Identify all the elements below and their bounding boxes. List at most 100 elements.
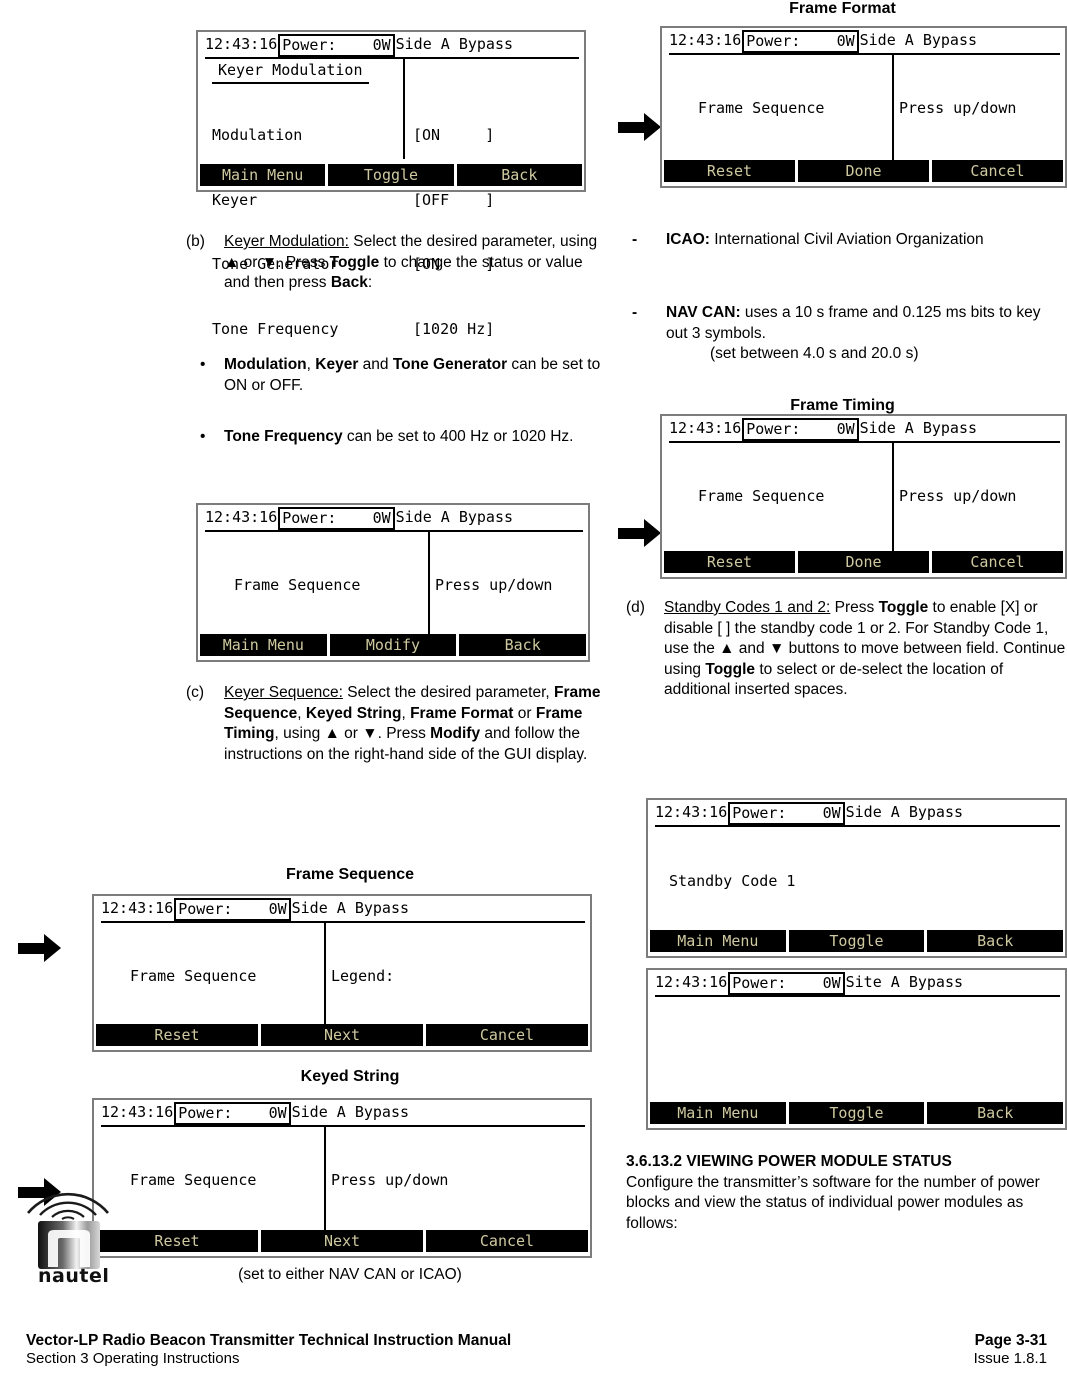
help-line: Press up/down bbox=[331, 1171, 449, 1189]
lcd-panel-keyed-string[interactable]: 12:43:16 Power: 0W Side A Bypass Frame S… bbox=[92, 1098, 592, 1258]
softkey-next[interactable]: Next bbox=[261, 1024, 423, 1046]
lcd-panel-standby-code-2[interactable]: 12:43:16 Power: 0W Site A Bypass Standby… bbox=[646, 968, 1067, 1130]
status-time: 12:43:16 bbox=[669, 419, 742, 437]
lcd-status-bar: 12:43:16 Power: 0W Side A Bypass bbox=[655, 802, 1060, 827]
lcd-panel-frame-timing[interactable]: 12:43:16 Power: 0W Side A Bypass Frame S… bbox=[660, 414, 1067, 579]
dash-icon: - bbox=[632, 304, 638, 321]
dash-item-icao: - ICAO: International Civil Aviation Org… bbox=[628, 230, 1058, 251]
softkey-main-menu[interactable]: Main Menu bbox=[650, 930, 786, 952]
softkey-reset[interactable]: Reset bbox=[664, 160, 795, 182]
softkey-row: Reset Done Cancel bbox=[662, 551, 1065, 575]
panel-divider bbox=[403, 59, 405, 159]
lcd-status-bar: 12:43:16 Power: 0W Side A Bypass bbox=[205, 34, 579, 59]
nautel-logo-mark: nautel bbox=[27, 1192, 109, 1285]
navcan-range-note: (set between 4.0 s and 20.0 s) bbox=[710, 345, 919, 362]
bullet-tone-frequency: • Tone Frequency can be set to 400 Hz or… bbox=[186, 427, 604, 448]
dash-icon: - bbox=[632, 231, 638, 248]
footer-page-number: Page 3-31 bbox=[974, 1332, 1047, 1349]
softkey-next[interactable]: Next bbox=[261, 1230, 423, 1252]
paragraph-d-label: (d) bbox=[626, 599, 645, 616]
softkey-row: Main Menu Toggle Back bbox=[648, 1102, 1065, 1126]
paragraph-c-label: (c) bbox=[186, 684, 205, 701]
seq-title: Frame Sequence bbox=[698, 487, 825, 505]
row-value[interactable]: [OFF ] bbox=[413, 190, 494, 212]
softkey-modify[interactable]: Modify bbox=[329, 634, 457, 656]
softkey-cancel[interactable]: Cancel bbox=[932, 551, 1063, 573]
softkey-main-menu[interactable]: Main Menu bbox=[200, 164, 326, 186]
status-side: Side A Bypass bbox=[859, 419, 978, 437]
status-side: Side A Bypass bbox=[291, 899, 410, 917]
lcd-status-bar: 12:43:16 Power: 0W Side A Bypass bbox=[669, 30, 1060, 55]
paragraph-d-heading: Standby Codes 1 and 2: bbox=[664, 599, 831, 616]
up-arrow-icon: ▲ bbox=[224, 253, 240, 271]
caption-keyed-string: Keyed String bbox=[300, 1068, 400, 1085]
lcd-panel-standby-code-1[interactable]: 12:43:16 Power: 0W Side A Bypass Standby… bbox=[646, 798, 1067, 958]
softkey-row: Reset Next Cancel bbox=[94, 1230, 590, 1254]
softkey-cancel[interactable]: Cancel bbox=[932, 160, 1063, 182]
lcd-panel-frame-sequence[interactable]: 12:43:16 Power: 0W Side A Bypass Frame S… bbox=[92, 894, 592, 1052]
paragraph-b: (b) Keyer Modulation: Select the desired… bbox=[186, 232, 604, 294]
softkey-cancel[interactable]: Cancel bbox=[426, 1230, 588, 1252]
dash-item-navcan: - NAV CAN: uses a 10 s frame and 0.125 m… bbox=[628, 303, 1066, 365]
status-power: Power: 0W bbox=[278, 507, 395, 530]
softkey-reset[interactable]: Reset bbox=[664, 551, 795, 573]
lcd-panel-frame-format[interactable]: 12:43:16 Power: 0W Side A Bypass Frame S… bbox=[660, 26, 1067, 188]
status-time: 12:43:16 bbox=[205, 508, 278, 526]
help-line: Press up/down bbox=[899, 99, 1017, 117]
softkey-back[interactable]: Back bbox=[459, 634, 587, 656]
status-time: 12:43:16 bbox=[655, 803, 728, 821]
softkey-main-menu[interactable]: Main Menu bbox=[200, 634, 327, 656]
footer-issue: Issue 1.8.1 bbox=[973, 1350, 1047, 1367]
lcd-status-bar: 12:43:16 Power: 0W Side A Bypass bbox=[101, 898, 585, 923]
status-side: Side A Bypass bbox=[395, 35, 514, 53]
paragraph-c-heading: Keyer Sequence: bbox=[224, 684, 343, 701]
paragraph-d: (d) Standby Codes 1 and 2: Press Toggle … bbox=[626, 598, 1066, 701]
help-line: Press up/down bbox=[435, 576, 553, 594]
softkey-main-menu[interactable]: Main Menu bbox=[650, 1102, 786, 1124]
caption-frame-timing: Frame Timing bbox=[790, 397, 895, 414]
pointer-arrow-icon bbox=[618, 113, 666, 141]
seq-title: Frame Sequence bbox=[698, 99, 825, 117]
up-arrow-icon: ▲ bbox=[719, 640, 735, 657]
paragraph-b-label: (b) bbox=[186, 233, 205, 250]
softkey-reset[interactable]: Reset bbox=[96, 1024, 258, 1046]
row-value[interactable]: [1020 Hz] bbox=[413, 319, 494, 341]
pointer-arrow-icon bbox=[18, 934, 66, 962]
softkey-toggle[interactable]: Toggle bbox=[788, 1102, 925, 1124]
status-time: 12:43:16 bbox=[205, 35, 278, 53]
lcd-status-bar: 12:43:16 Power: 0W Site A Bypass bbox=[655, 972, 1060, 997]
lcd-status-bar: 12:43:16 Power: 0W Side A Bypass bbox=[101, 1102, 585, 1127]
status-power: Power: 0W bbox=[728, 802, 845, 825]
status-time: 12:43:16 bbox=[101, 899, 174, 917]
softkey-back[interactable]: Back bbox=[927, 930, 1064, 952]
softkey-done[interactable]: Done bbox=[798, 160, 929, 182]
status-power: Power: 0W bbox=[278, 34, 395, 57]
softkey-toggle[interactable]: Toggle bbox=[788, 930, 925, 952]
status-time: 12:43:16 bbox=[101, 1103, 174, 1121]
softkey-back[interactable]: Back bbox=[927, 1102, 1064, 1124]
down-arrow-icon: ▼ bbox=[261, 253, 278, 271]
lcd-panel-keyer-sequence[interactable]: 12:43:16 Power: 0W Side A Bypass Frame S… bbox=[196, 503, 590, 662]
down-arrow-icon: ▼ bbox=[362, 725, 378, 742]
softkey-toggle[interactable]: Toggle bbox=[328, 164, 454, 186]
toggle-keyword: Toggle bbox=[329, 253, 380, 271]
status-time: 12:43:16 bbox=[669, 31, 742, 49]
softkey-back[interactable]: Back bbox=[456, 164, 582, 186]
lcd-status-bar: 12:43:16 Power: 0W Side A Bypass bbox=[205, 507, 583, 532]
page-footer: Vector-LP Radio Beacon Transmitter Techn… bbox=[0, 1332, 1067, 1367]
section-body: Configure the transmitter’s software for… bbox=[626, 1173, 1040, 1232]
footer-section: Section 3 Operating Instructions bbox=[26, 1350, 240, 1367]
row-value[interactable]: [ON ] bbox=[413, 125, 494, 147]
up-arrow-icon: ▲ bbox=[324, 725, 340, 742]
help-line: Press up/down bbox=[899, 487, 1017, 505]
bullet-icon: • bbox=[200, 356, 206, 373]
caption-frame-format: Frame Format bbox=[789, 0, 896, 17]
pointer-arrow-icon bbox=[618, 519, 666, 547]
softkey-cancel[interactable]: Cancel bbox=[426, 1024, 588, 1046]
signal-arcs-icon bbox=[27, 1192, 109, 1220]
softkey-row: Reset Next Cancel bbox=[94, 1024, 590, 1048]
softkey-done[interactable]: Done bbox=[798, 551, 929, 573]
legend-line: Legend: bbox=[331, 967, 395, 985]
softkey-row: Main Menu Toggle Back bbox=[648, 930, 1065, 954]
lcd-panel-keyer-modulation[interactable]: 12:43:16 Power: 0W Side A Bypass Keyer M… bbox=[196, 30, 586, 338]
